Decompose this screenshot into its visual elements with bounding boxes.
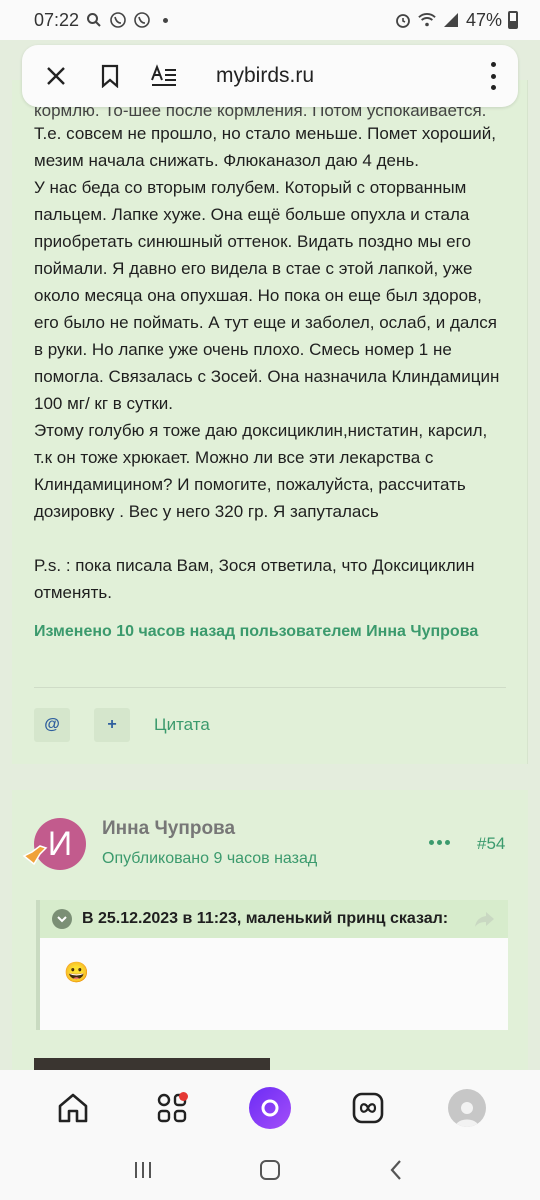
quote-header: В 25.12.2023 в 11:23, маленький принц ск… xyxy=(40,900,508,938)
chevron-down-icon[interactable] xyxy=(52,909,72,929)
back-icon[interactable] xyxy=(385,1158,409,1187)
post-line: Клиндамицином? И помогите, пожалуйста, р… xyxy=(34,475,466,494)
post-line: его было не поймать. А тут еще и заболел… xyxy=(34,313,497,332)
post-line: поймали. Я давно его видела в стае с это… xyxy=(34,259,473,278)
quote-block: В 25.12.2023 в 11:23, маленький принц ск… xyxy=(36,900,508,1030)
publish-time: Опубликовано 9 часов назад xyxy=(102,850,318,867)
post-line: приобретать синюшный оттенок. Видать поз… xyxy=(34,232,471,251)
post-card: кормлю. То-шее после кормления. Потом ус… xyxy=(12,80,528,764)
services-grid-icon[interactable] xyxy=(150,1086,194,1130)
post-line: пальцем. Лапке хуже. Она ещё больше опух… xyxy=(34,205,470,224)
viber-icon xyxy=(109,11,127,29)
more-menu-icon[interactable] xyxy=(488,62,498,90)
quote-button[interactable]: Цитата xyxy=(154,715,210,735)
bottom-navigation xyxy=(0,1070,540,1145)
browser-toolbar: mybirds.ru xyxy=(22,45,518,107)
post-line: Т.е. совсем не прошло, но стало меньше. … xyxy=(34,124,496,143)
more-options-icon[interactable] xyxy=(429,840,450,845)
recent-apps-icon[interactable] xyxy=(131,1158,155,1187)
attached-image[interactable] xyxy=(34,1058,270,1070)
wifi-icon xyxy=(418,11,436,29)
alice-assistant-icon[interactable] xyxy=(248,1086,292,1130)
post-line: дозировку . Вес у него 320 гр. Я запутал… xyxy=(34,502,379,521)
post-body: кормлю. То-шее после кормления. Потом ус… xyxy=(34,104,514,606)
go-to-quote-icon[interactable] xyxy=(474,910,496,928)
signal-icon xyxy=(442,11,460,29)
bookmark-icon[interactable] xyxy=(96,62,124,90)
post-line: помогла. Связалась с Зосей. Она назначил… xyxy=(34,367,500,386)
clock: 07:22 xyxy=(34,9,80,30)
post-line: около месяца она опухшая. Но пока он еще… xyxy=(34,286,482,305)
close-icon[interactable] xyxy=(42,62,70,90)
rank-badge-icon xyxy=(22,845,48,866)
notification-dot-icon xyxy=(163,17,169,23)
battery-percent: 47% xyxy=(465,9,502,30)
post-line: в руки. Но лапке уже очень плохо. Смесь … xyxy=(34,340,452,359)
battery-icon xyxy=(508,11,518,29)
post-line: т.к он тоже хрюкает. Можно ли все эти ле… xyxy=(34,448,434,467)
add-multiquote-button[interactable]: + xyxy=(94,708,130,742)
tabs-icon[interactable] xyxy=(346,1086,390,1130)
post-number-link[interactable]: #54 xyxy=(477,834,505,854)
post-ps-line: P.s. : пока писала Вам, Зося ответила, ч… xyxy=(34,556,475,575)
reply-card: И Инна Чупрова Опубликовано 9 часов наза… xyxy=(12,790,528,1070)
mention-button[interactable]: @ xyxy=(34,708,70,742)
page-content: кормлю. То-шее после кормления. Потом ус… xyxy=(0,0,540,1070)
home-button-icon[interactable] xyxy=(258,1158,282,1187)
quote-header-text: В 25.12.2023 в 11:23, маленький принц ск… xyxy=(82,910,449,927)
post-ps-line: отменять. xyxy=(34,583,112,602)
notification-badge xyxy=(178,1091,188,1101)
divider xyxy=(34,687,506,688)
post-line: мезим начала снижать. Флюканазол даю 4 д… xyxy=(34,151,419,170)
viber-icon xyxy=(133,11,151,29)
alarm-icon xyxy=(394,11,412,29)
home-icon[interactable] xyxy=(51,1086,95,1130)
author-name[interactable]: Инна Чупрова xyxy=(102,818,235,840)
post-line: Этому голубю я тоже даю доксициклин,нист… xyxy=(34,421,488,440)
status-bar: 07:22 47% xyxy=(0,0,540,40)
quote-emoji: 😀 xyxy=(64,962,89,984)
edited-note: Изменено 10 часов назад пользователем Ин… xyxy=(34,623,479,640)
reader-mode-icon[interactable] xyxy=(150,62,178,90)
profile-avatar-icon[interactable] xyxy=(445,1086,489,1130)
post-line: У нас беда со вторым голубем. Который с … xyxy=(34,178,467,197)
url-field[interactable]: mybirds.ru xyxy=(216,64,314,88)
post-actions: @ + Цитата xyxy=(34,708,210,742)
search-icon xyxy=(85,11,103,29)
post-line: 100 мг/ кг в сутки. xyxy=(34,394,173,413)
system-navigation xyxy=(0,1145,540,1200)
